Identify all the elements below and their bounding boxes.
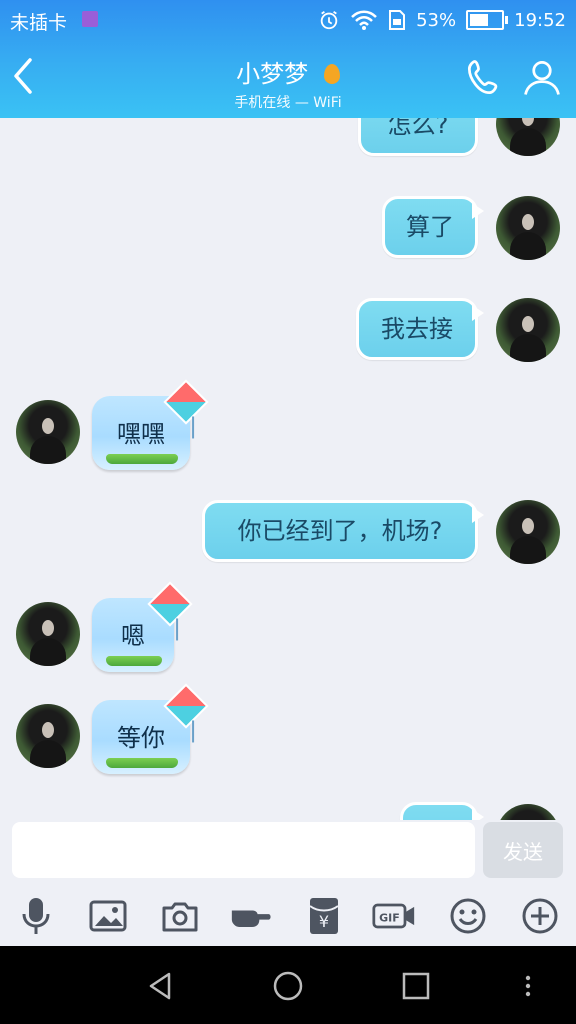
- outgoing-message-bubble[interactable]: 我去接: [356, 298, 484, 360]
- incoming-message-text: 等你: [117, 724, 165, 752]
- flame-icon: [323, 64, 340, 84]
- image-icon[interactable]: [86, 894, 130, 938]
- carrier-label: 未插卡: [10, 12, 68, 34]
- recents-nav-icon[interactable]: [396, 966, 436, 1006]
- top-header-area: 未插卡 53% 19:52 小梦梦 手机在线 — WiFi: [0, 0, 576, 118]
- home-nav-icon[interactable]: [268, 966, 308, 1006]
- svg-text:GIF: GIF: [379, 912, 400, 925]
- incoming-message-text: 嗯: [121, 622, 145, 650]
- incoming-message-bubble[interactable]: 嘿嘿: [92, 379, 209, 470]
- wifi-icon: [351, 10, 377, 30]
- contact-avatar[interactable]: [16, 602, 80, 666]
- gif-icon[interactable]: GIF: [372, 894, 416, 938]
- outgoing-message-bubble[interactable]: 怎么?: [358, 118, 478, 156]
- my-avatar[interactable]: [496, 804, 560, 820]
- outgoing-message-bubble[interactable]: 你已经到了，机场?: [202, 500, 484, 562]
- phone-icon[interactable]: [462, 56, 506, 100]
- contact-avatar[interactable]: [16, 400, 80, 464]
- back-nav-icon[interactable]: [140, 966, 180, 1006]
- my-avatar[interactable]: [496, 298, 560, 362]
- outgoing-message-bubble[interactable]: [400, 802, 484, 820]
- chat-header: 小梦梦 手机在线 — WiFi: [0, 40, 576, 118]
- more-nav-icon[interactable]: [508, 966, 548, 1006]
- clock-time: 19:52: [514, 9, 566, 31]
- incoming-message-text: 嘿嘿: [117, 420, 165, 448]
- plus-icon[interactable]: [518, 894, 562, 938]
- my-avatar[interactable]: [496, 196, 560, 260]
- sim-icon: [82, 11, 98, 27]
- system-navigation-bar: [0, 946, 576, 1024]
- battery-icon: [466, 10, 509, 30]
- my-avatar[interactable]: [496, 118, 560, 156]
- alarm-icon: [320, 10, 338, 30]
- incoming-message-bubble[interactable]: 等你: [92, 683, 209, 774]
- microphone-icon[interactable]: [14, 894, 58, 938]
- camera-icon[interactable]: [158, 894, 202, 938]
- message-input[interactable]: [12, 822, 475, 878]
- incoming-message-bubble[interactable]: 嗯: [92, 581, 193, 672]
- emoji-icon[interactable]: [446, 894, 490, 938]
- status-right: 53% 19:52: [318, 6, 566, 34]
- contact-name-text: 小梦梦: [236, 60, 309, 88]
- composer-toolbar: ¥ GIF: [0, 886, 576, 946]
- battery-percent: 53%: [416, 9, 457, 31]
- message-list[interactable]: 怎么? 算了 我去接 嘿嘿 你已经到了，机场? 嗯 等你: [0, 118, 576, 820]
- sim-status-icon: [389, 10, 406, 30]
- contact-avatar[interactable]: [16, 704, 80, 768]
- composer-bar: 发送 ¥ GIF: [0, 820, 576, 946]
- send-button[interactable]: 发送: [483, 822, 563, 878]
- svg-text:¥: ¥: [319, 912, 329, 931]
- status-bar: 未插卡 53% 19:52: [0, 0, 576, 40]
- poke-icon[interactable]: [230, 894, 274, 938]
- profile-icon[interactable]: [520, 56, 564, 100]
- my-avatar[interactable]: [496, 500, 560, 564]
- red-packet-icon[interactable]: ¥: [302, 894, 346, 938]
- outgoing-message-bubble[interactable]: 算了: [382, 196, 484, 258]
